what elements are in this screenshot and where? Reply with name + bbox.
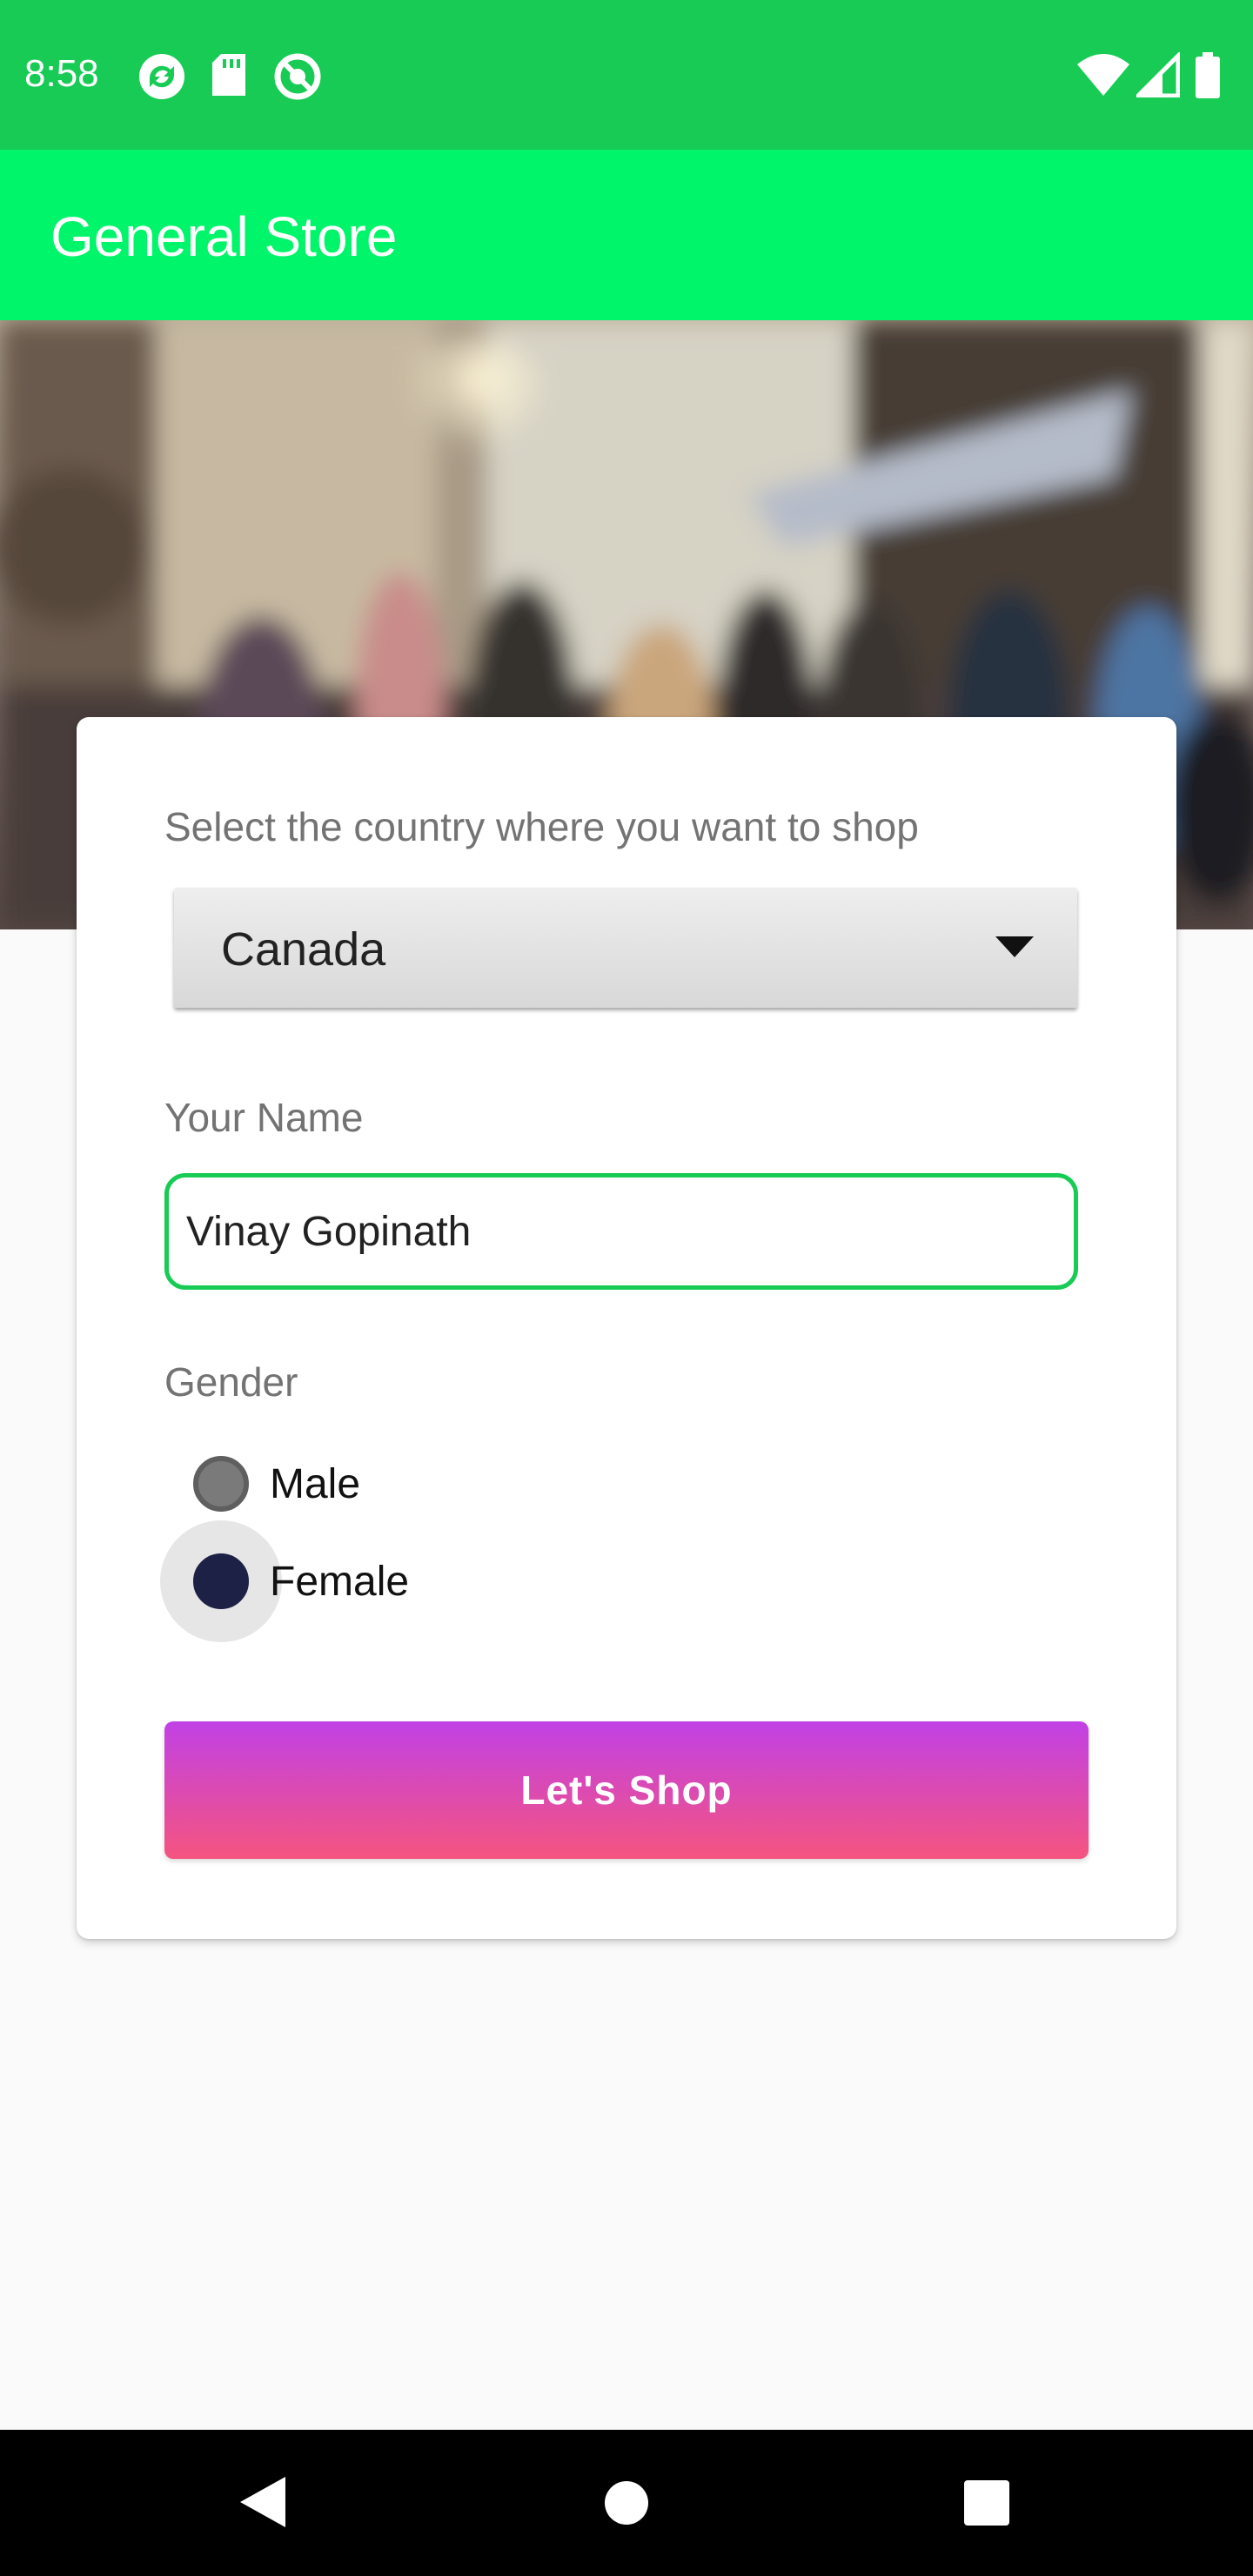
gender-radio-female[interactable]: Female xyxy=(160,1520,682,1642)
app-bar: General Store xyxy=(0,150,1253,320)
recents-icon[interactable] xyxy=(964,2480,1009,2526)
country-selected-value: Canada xyxy=(221,923,386,976)
dropdown-arrow-icon xyxy=(995,936,1034,957)
back-icon[interactable] xyxy=(238,2475,287,2529)
radio-button-checked-icon[interactable] xyxy=(193,1553,249,1609)
battery-icon xyxy=(1196,52,1220,98)
gender-label: Gender xyxy=(164,1359,298,1405)
wifi-icon xyxy=(1077,54,1129,96)
status-right-icons xyxy=(1077,52,1234,98)
shop-form-card: Select the country where you want to sho… xyxy=(77,717,1176,1939)
gender-radio-male[interactable]: Male xyxy=(160,1445,682,1523)
radio-label-female: Female xyxy=(270,1559,410,1605)
status-bar: 8:58 xyxy=(0,0,1253,150)
name-input[interactable] xyxy=(164,1173,1078,1290)
name-label: Your Name xyxy=(164,1095,364,1140)
status-time: 8:58 xyxy=(24,52,99,95)
sd-card-icon xyxy=(212,54,245,96)
radio-label-male: Male xyxy=(270,1461,361,1507)
country-label: Select the country where you want to sho… xyxy=(164,804,919,849)
app-title: General Store xyxy=(50,205,398,268)
lets-shop-button[interactable]: Let's Shop xyxy=(164,1721,1089,1859)
no-sim-icon xyxy=(274,53,321,100)
sync-icon xyxy=(139,54,184,99)
navigation-bar xyxy=(0,2430,1253,2576)
radio-button-icon[interactable] xyxy=(193,1456,249,1512)
country-dropdown[interactable]: Canada xyxy=(174,888,1077,1008)
home-icon[interactable] xyxy=(604,2480,649,2526)
signal-icon xyxy=(1136,52,1180,97)
